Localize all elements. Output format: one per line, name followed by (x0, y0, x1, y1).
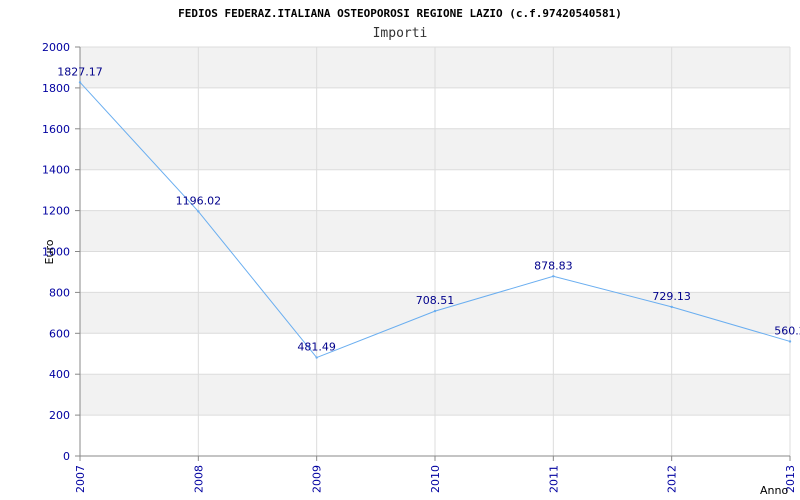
x-tick-label: 2012 (666, 465, 679, 493)
data-point (552, 275, 555, 278)
y-tick-label: 200 (49, 409, 70, 422)
data-point (197, 210, 200, 213)
y-tick-label: 1200 (42, 205, 70, 218)
x-tick-labels: 2007 2008 2009 2010 2011 2012 2013 (74, 465, 797, 493)
y-tick-label: 2000 (42, 41, 70, 54)
chart-subtitle: Importi (373, 26, 428, 41)
x-tick-label: 2010 (429, 465, 442, 493)
data-point (315, 356, 318, 359)
x-tick-label: 2009 (311, 465, 324, 493)
y-tick-label: 1800 (42, 82, 70, 95)
data-point (670, 305, 673, 309)
data-label: 729.13 (652, 290, 691, 303)
data-point (788, 340, 792, 343)
y-tick-label: 1600 (42, 123, 70, 136)
y-tick-label: 600 (49, 327, 70, 340)
y-tick-label: 0 (63, 450, 70, 463)
y-tick-label: 800 (49, 286, 70, 299)
data-label: 560.2 (774, 324, 800, 337)
y-tick-label: 1400 (42, 164, 70, 177)
x-axis-title: Anno (760, 484, 788, 497)
data-label: 878.83 (534, 259, 573, 272)
x-tick-label: 2007 (74, 465, 87, 493)
y-tick-label: 400 (49, 368, 70, 381)
line-chart: 0200400600800100012001400160018002000 20… (42, 7, 800, 497)
data-point (433, 309, 437, 313)
data-label: 1196.02 (176, 194, 222, 207)
data-label: 708.51 (416, 294, 455, 307)
x-tick-label: 2011 (547, 465, 560, 493)
data-label: 1827.17 (57, 65, 103, 78)
data-label: 481.49 (297, 341, 336, 354)
y-axis-title: Euro (43, 239, 56, 264)
data-point (78, 81, 82, 84)
chart-title: FEDIOS FEDERAZ.ITALIANA OSTEOPOROSI REGI… (178, 7, 622, 20)
x-tick-label: 2008 (192, 465, 205, 493)
